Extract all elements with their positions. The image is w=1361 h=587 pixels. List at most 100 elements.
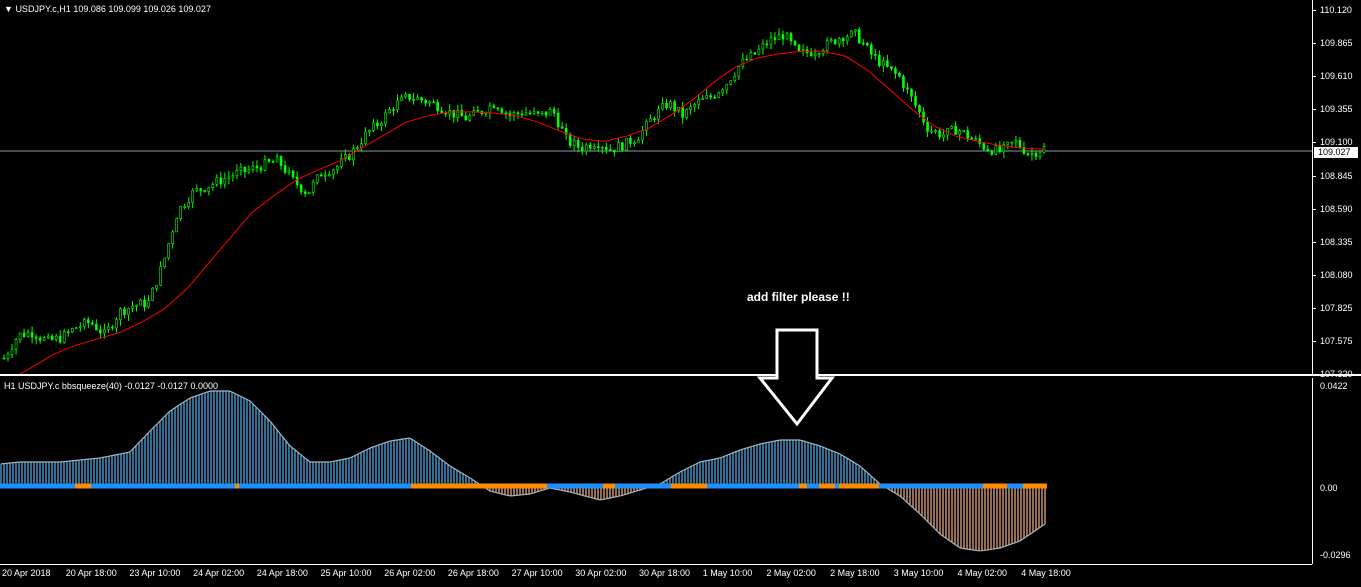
squeeze-dot	[655, 483, 659, 489]
squeeze-dot	[379, 483, 383, 489]
squeeze-dot	[799, 483, 803, 489]
squeeze-dot	[407, 483, 411, 489]
price-axis-label: 108.590	[1320, 203, 1353, 214]
squeeze-dot	[983, 483, 987, 489]
squeeze-dot	[827, 483, 831, 489]
squeeze-dot	[459, 483, 463, 489]
squeeze-dot	[743, 483, 747, 489]
price-axis-label: 108.335	[1320, 236, 1353, 247]
squeeze-dot	[1015, 483, 1019, 489]
squeeze-dot	[1019, 483, 1023, 489]
squeeze-dot	[719, 483, 723, 489]
squeeze-dot	[715, 483, 719, 489]
squeeze-dot	[847, 483, 851, 489]
squeeze-dot	[323, 483, 327, 489]
squeeze-dot	[11, 483, 15, 489]
squeeze-dot	[463, 483, 467, 489]
squeeze-dot	[891, 483, 895, 489]
squeeze-dot	[175, 483, 179, 489]
squeeze-dot	[275, 483, 279, 489]
squeeze-dot	[515, 483, 519, 489]
price-axis-label: 110.120	[1320, 5, 1352, 15]
squeeze-dot	[879, 483, 883, 489]
time-axis-label: 23 Apr 10:00	[129, 568, 181, 578]
squeeze-dot	[951, 483, 955, 489]
squeeze-dot	[963, 483, 967, 489]
squeeze-dot	[115, 483, 119, 489]
squeeze-dot	[127, 483, 131, 489]
squeeze-dot	[179, 483, 183, 489]
squeeze-dot	[123, 483, 127, 489]
squeeze-dot	[591, 483, 595, 489]
squeeze-dot	[579, 483, 583, 489]
squeeze-dot	[235, 483, 239, 489]
squeeze-dot	[907, 483, 911, 489]
squeeze-dot	[851, 483, 855, 489]
squeeze-dot	[419, 483, 423, 489]
squeeze-dot	[487, 483, 491, 489]
arrow-overlay	[756, 328, 836, 427]
squeeze-dot	[919, 483, 923, 489]
squeeze-dot	[495, 483, 499, 489]
squeeze-dot	[587, 483, 591, 489]
price-tick	[1312, 43, 1316, 45]
time-axis-label: 20 Apr 2018	[2, 568, 51, 578]
squeeze-dot	[543, 483, 547, 489]
squeeze-dot	[1035, 483, 1039, 489]
squeeze-dot	[883, 483, 887, 489]
time-axis-label: 25 Apr 10:00	[320, 568, 372, 578]
squeeze-dot	[343, 483, 347, 489]
squeeze-dot	[215, 483, 219, 489]
time-axis-label: 24 Apr 18:00	[256, 568, 308, 578]
squeeze-dot	[955, 483, 959, 489]
squeeze-dot	[843, 483, 847, 489]
squeeze-dot	[63, 483, 67, 489]
squeeze-dot	[155, 483, 159, 489]
squeeze-dot	[79, 483, 83, 489]
squeeze-dot	[987, 483, 991, 489]
squeeze-dot	[639, 483, 643, 489]
squeeze-dot	[1007, 483, 1011, 489]
squeeze-dot	[695, 483, 699, 489]
squeeze-dot	[15, 483, 19, 489]
squeeze-dot	[815, 483, 819, 489]
squeeze-dot	[107, 483, 111, 489]
price-tick	[1312, 274, 1316, 276]
down-arrow-icon	[756, 328, 836, 427]
squeeze-dot	[531, 483, 535, 489]
squeeze-dot	[739, 483, 743, 489]
squeeze-dot	[451, 483, 455, 489]
squeeze-dot	[207, 483, 211, 489]
squeeze-dot	[431, 483, 435, 489]
squeeze-dot	[903, 483, 907, 489]
squeeze-dot	[599, 483, 603, 489]
price-axis-label: 109.355	[1320, 104, 1353, 115]
squeeze-dot	[899, 483, 903, 489]
squeeze-dot	[863, 483, 867, 489]
squeeze-dot	[539, 483, 543, 489]
squeeze-dot	[611, 483, 615, 489]
squeeze-dot	[455, 483, 459, 489]
squeeze-dot	[511, 483, 515, 489]
squeeze-dot	[631, 483, 635, 489]
squeeze-dot	[643, 483, 647, 489]
time-axis-label: 4 May 02:00	[957, 568, 1008, 578]
squeeze-dot	[95, 483, 99, 489]
squeeze-dot	[231, 483, 235, 489]
squeeze-dot	[563, 483, 567, 489]
squeeze-dot	[223, 483, 227, 489]
squeeze-dot	[707, 483, 711, 489]
squeeze-dot	[675, 483, 679, 489]
indicator-axis-zero: 0.00	[1320, 483, 1338, 493]
squeeze-dot	[751, 483, 755, 489]
squeeze-dot	[527, 483, 531, 489]
squeeze-dot	[763, 483, 767, 489]
squeeze-dot	[999, 483, 1003, 489]
squeeze-dot	[1023, 483, 1027, 489]
squeeze-dot	[519, 483, 523, 489]
squeeze-dot	[87, 483, 91, 489]
squeeze-dot	[27, 483, 31, 489]
squeeze-dot	[811, 483, 815, 489]
squeeze-dot	[195, 483, 199, 489]
squeeze-dot	[687, 483, 691, 489]
